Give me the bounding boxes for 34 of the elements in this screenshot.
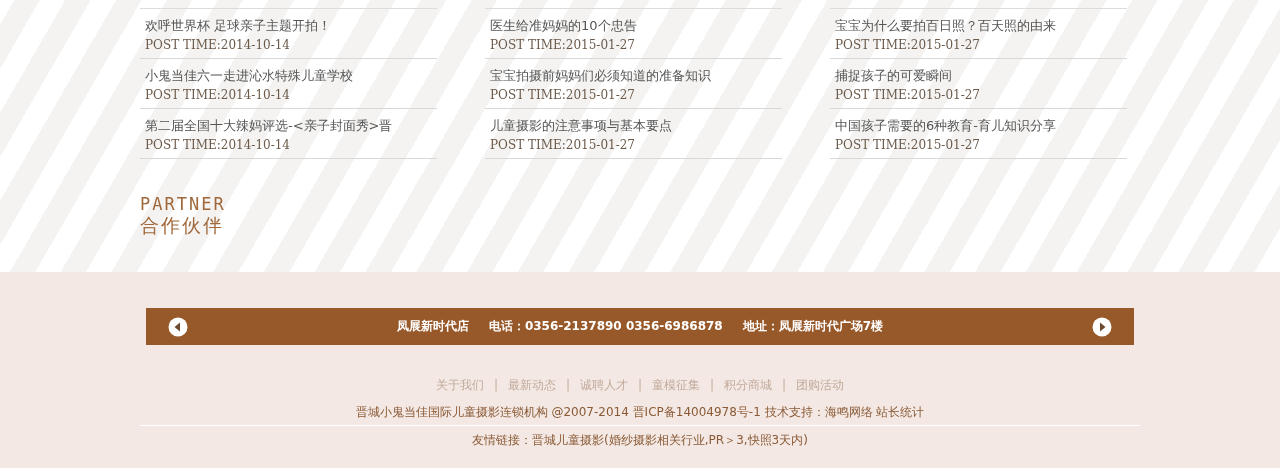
separator: |	[637, 377, 642, 393]
address-text: 地址：凤展新时代广场7楼	[742, 318, 884, 335]
phone-text: 电话：0356-2137890 0356-6986878	[488, 318, 723, 335]
post-time: POST TIME:2014-10-14	[145, 87, 291, 103]
store-name: 凤展新时代店	[396, 318, 469, 335]
copyright-text: 晋城小鬼当佳国际儿童摄影连锁机构 @2007-2014 晋ICP备14004978号-1 技术支持：海鸣网络 站长统计	[140, 404, 1140, 426]
separator: |	[565, 377, 570, 393]
news-link[interactable]: 中国孩子需要的6种教育-育儿知识分享	[835, 117, 1127, 135]
post-time: POST TIME:2015-01-27	[490, 37, 636, 53]
friend-links-label: 友情链接：	[472, 433, 533, 447]
separator: |	[710, 377, 715, 393]
news-link[interactable]: 医生给准妈妈的10个忠告	[490, 17, 782, 35]
news-link[interactable]: 儿童摄影的注意事项与基本要点	[490, 117, 782, 135]
news-link[interactable]: 第二届全国十大辣妈评选-<亲子封面秀>晋	[145, 117, 437, 135]
separator: |	[782, 377, 787, 393]
previous-button[interactable]	[168, 316, 188, 337]
news-link[interactable]: 捕捉孩子的可爱瞬间	[835, 67, 1127, 85]
news-link[interactable]: 欢呼世界杯 足球亲子主题开拍！	[145, 17, 437, 35]
news-link[interactable]: 宝宝为什么要拍百日照？百天照的由来	[835, 17, 1127, 35]
news-link[interactable]: 宝宝拍摄前妈妈们必须知道的准备知识	[490, 67, 782, 85]
post-time: POST TIME:2014-10-14	[145, 137, 291, 153]
friend-link-note: (婚纱摄影相关行业,PR＞3,快照3天内)	[604, 433, 808, 447]
post-time: POST TIME:2015-01-27	[835, 37, 981, 53]
post-time: POST TIME:2015-01-27	[835, 137, 981, 153]
partner-heading: PARTNER	[140, 196, 226, 212]
news-link[interactable]: 小鬼当佳六一走进沁水特殊儿童学校	[145, 67, 437, 85]
post-time: POST TIME:2015-01-27	[490, 87, 636, 103]
post-time: POST TIME:2015-01-27	[490, 137, 636, 153]
friend-link[interactable]: 晋城儿童摄影	[532, 433, 605, 447]
next-button[interactable]	[1092, 316, 1112, 337]
post-time: POST TIME:2014-10-14	[145, 37, 291, 53]
partner-heading: 合作伙伴	[140, 214, 224, 236]
separator: |	[493, 377, 498, 393]
post-time: POST TIME:2015-01-27	[835, 87, 981, 103]
